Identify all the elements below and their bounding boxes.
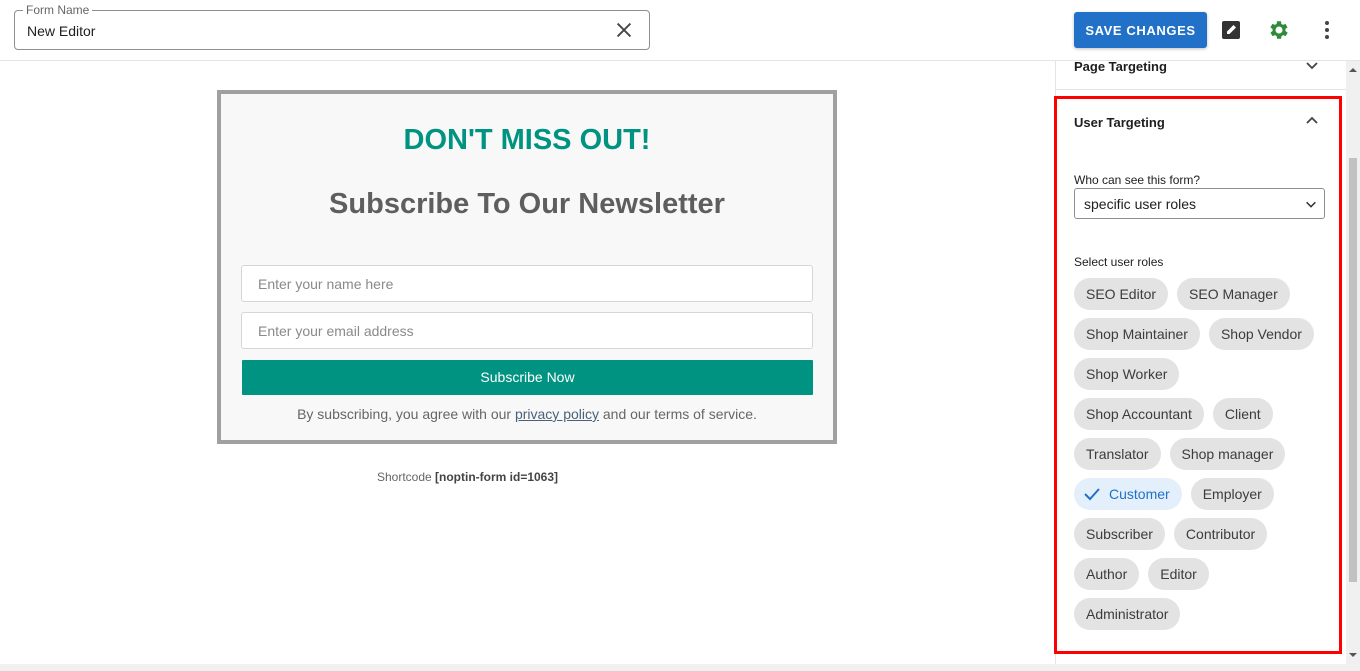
role-chip[interactable]: Contributor [1173, 518, 1268, 550]
terms-prefix: By subscribing, you agree with our [297, 406, 512, 422]
role-chip[interactable]: Author [1074, 558, 1140, 590]
panel-divider [1056, 89, 1346, 90]
save-changes-button[interactable]: SAVE CHANGES [1074, 12, 1207, 48]
role-chip[interactable]: Client [1212, 398, 1273, 430]
form-subheading: Subscribe To Our Newsletter [329, 188, 725, 220]
edit-icon[interactable] [1219, 18, 1243, 42]
editor-canvas: DON'T MISS OUT! Subscribe To Our Newslet… [0, 61, 1055, 671]
who-can-see-label: Who can see this form? [1074, 173, 1201, 187]
privacy-policy-link[interactable]: privacy policy [515, 406, 599, 422]
scroll-down-arrow-icon[interactable] [1349, 651, 1357, 659]
who-can-see-value: specific user roles [1084, 196, 1197, 212]
role-chip-label: Customer [1109, 486, 1170, 502]
role-chip[interactable]: Editor [1148, 558, 1209, 590]
role-chip[interactable]: Shop Vendor [1208, 318, 1314, 350]
more-vertical-icon[interactable] [1315, 18, 1339, 42]
role-chip[interactable]: Shop Accountant [1074, 398, 1204, 430]
role-chip[interactable]: SEO Manager [1177, 278, 1290, 310]
chevron-down-icon [1306, 201, 1316, 208]
check-icon [1084, 488, 1100, 501]
page-targeting-title[interactable]: Page Targeting [1074, 59, 1167, 74]
sidebar-scrollbar[interactable] [1346, 61, 1360, 664]
chevron-up-icon[interactable] [1304, 113, 1320, 129]
role-chip[interactable]: Subscriber [1074, 518, 1165, 550]
terms-suffix: and our terms of service. [602, 406, 757, 422]
form-name-input[interactable]: New Editor [27, 23, 95, 39]
close-icon[interactable] [613, 19, 635, 41]
terms-text: By subscribing, you agree with our priva… [221, 406, 833, 422]
shortcode-label: Shortcode [376, 470, 432, 484]
shortcode-text: Shortcode [noptin-form id=1063] [0, 470, 1055, 484]
role-chip[interactable]: Employer [1190, 478, 1274, 510]
scrollbar-thumb[interactable] [1349, 158, 1357, 582]
select-roles-label: Select user roles [1074, 255, 1164, 269]
chevron-down-icon[interactable] [1304, 57, 1320, 73]
scroll-up-arrow-icon[interactable] [1349, 66, 1357, 74]
settings-sidebar: Page Targeting User Targeting Who can se… [1055, 59, 1360, 671]
who-can-see-select[interactable]: specific user roles [1074, 188, 1325, 219]
name-input[interactable]: Enter your name here [241, 265, 813, 302]
subscribe-button[interactable]: Subscribe Now [242, 360, 813, 395]
user-targeting-title[interactable]: User Targeting [1074, 115, 1165, 130]
gear-icon[interactable] [1267, 18, 1291, 42]
newsletter-form-preview[interactable]: DON'T MISS OUT! Subscribe To Our Newslet… [217, 90, 837, 444]
shortcode-value: [noptin-form id=1063] [435, 470, 559, 484]
role-chip[interactable]: Translator [1074, 438, 1161, 470]
form-heading: DON'T MISS OUT! [403, 124, 651, 156]
role-chip[interactable]: Administrator [1074, 598, 1181, 630]
form-name-field[interactable]: Form Name New Editor [14, 3, 650, 50]
role-chip[interactable]: Shop Worker [1074, 358, 1180, 390]
role-chip[interactable]: Shop manager [1169, 438, 1286, 470]
email-input[interactable]: Enter your email address [241, 312, 813, 349]
role-chip[interactable]: SEO Editor [1074, 278, 1169, 310]
role-chip[interactable]: Shop Maintainer [1074, 318, 1200, 350]
user-roles-chips: SEO Editor SEO Manager Shop Maintainer S… [1074, 278, 1334, 638]
form-name-label: Form Name [23, 3, 93, 17]
role-chip-selected[interactable]: Customer [1074, 478, 1182, 510]
bottom-scrollbar-track [0, 664, 1360, 671]
top-bar: Form Name New Editor SAVE CHANGES [0, 0, 1360, 61]
